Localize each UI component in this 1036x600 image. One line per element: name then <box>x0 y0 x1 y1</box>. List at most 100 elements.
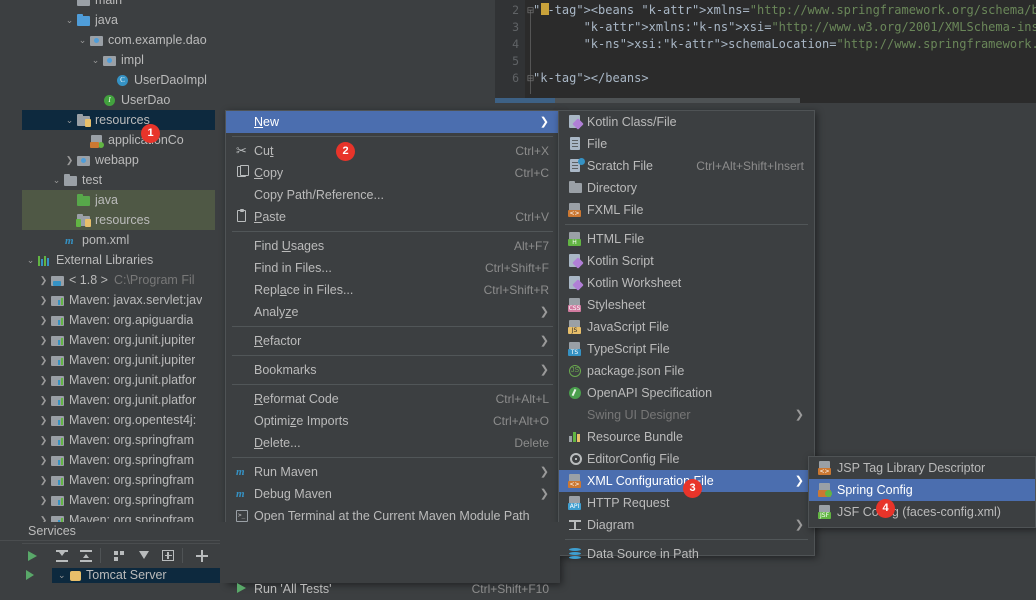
chevron-down-icon[interactable]: ⌄ <box>58 568 66 583</box>
menu-item-jsf-config-faces-config-xml[interactable]: JSF JSF Config (faces-config.xml) <box>809 501 1035 523</box>
chevron-right-icon[interactable]: ❯ <box>37 510 50 522</box>
menu-item-find-usages[interactable]: Find Usages Alt+F7 <box>226 235 559 257</box>
tree-row[interactable]: ❯ Maven: org.junit.jupiter <box>22 350 215 370</box>
tree-row[interactable]: ❯ Maven: org.springfram <box>22 470 215 490</box>
menu-item-kotlin-script[interactable]: Kotlin Script <box>559 250 814 272</box>
chevron-right-icon[interactable]: ❯ <box>37 290 50 310</box>
services-toolbar[interactable] <box>22 543 220 568</box>
menu-item-scratch-file[interactable]: Scratch File Ctrl+Alt+Shift+Insert <box>559 155 814 177</box>
chevron-right-icon[interactable]: ❯ <box>37 370 50 390</box>
menu-item-delete[interactable]: Delete... Delete <box>226 432 559 454</box>
tree-row[interactable]: ⌄ impl <box>22 50 215 70</box>
menu-item-analyze[interactable]: Analyze ❯ <box>226 301 559 323</box>
tree-row[interactable]: ❯ Maven: javax.servlet:jav <box>22 290 215 310</box>
menu-item-copy[interactable]: Copy Ctrl+C <box>226 162 559 184</box>
context-menu[interactable]: New ❯ ✂ Cut Ctrl+X Copy Ctrl+C Copy Path/Refere… <box>225 110 560 596</box>
chevron-right-icon[interactable]: ❯ <box>37 390 50 410</box>
menu-item-html-file[interactable]: H HTML File <box>559 228 814 250</box>
tree-row[interactable]: ❯ Maven: org.junit.jupiter <box>22 330 215 350</box>
tree-row[interactable]: ❯ < 1.8 > C:\Program Fil <box>22 270 215 290</box>
menu-item-refactor[interactable]: Refactor ❯ <box>226 330 559 352</box>
code-editor[interactable]: 23456 ⊟ ⊟ "k-tag"><beans "k-attr">xmlns="h… <box>495 0 1036 103</box>
chevron-down-icon[interactable]: ⌄ <box>63 10 76 30</box>
add-tab-icon[interactable] <box>160 548 176 564</box>
tree-row[interactable]: ⌄ java <box>22 10 215 30</box>
tree-row[interactable]: ⌄ test <box>22 170 215 190</box>
menu-item-kotlin-class-file[interactable]: Kotlin Class/File <box>559 111 814 133</box>
tree-row[interactable]: ❯ Maven: org.springfram <box>22 490 215 510</box>
menu-item-copy-path-reference[interactable]: Copy Path/Reference... <box>226 184 559 206</box>
menu-item-find-in-files[interactable]: Find in Files... Ctrl+Shift+F <box>226 257 559 279</box>
tree-row[interactable]: java <box>22 190 215 210</box>
menu-item-stylesheet[interactable]: CSS Stylesheet <box>559 294 814 316</box>
collapse-all-icon[interactable] <box>78 548 94 564</box>
menu-item-fxml-file[interactable]: <> FXML File <box>559 199 814 221</box>
tree-row[interactable]: C UserDaoImpl <box>22 70 215 90</box>
menu-item-optimize-imports[interactable]: Optimize Imports Ctrl+Alt+O <box>226 410 559 432</box>
tree-row[interactable]: ❯ Maven: org.springfram <box>22 430 215 450</box>
tree-row[interactable]: ❯ Maven: org.junit.platfor <box>22 370 215 390</box>
tree-row[interactable]: ⌄ com.example.dao <box>22 30 215 50</box>
chevron-right-icon[interactable]: ❯ <box>37 490 50 510</box>
menu-item-openapi-specification[interactable]: OpenAPI Specification <box>559 382 814 404</box>
menu-item-package-json-file[interactable]: JS package.json File <box>559 360 814 382</box>
menu-item-spring-config[interactable]: Spring Config <box>809 479 1035 501</box>
chevron-down-icon[interactable]: ⌄ <box>76 30 89 50</box>
chevron-down-icon[interactable]: ⌄ <box>89 50 102 70</box>
menu-item-jsp-tag-library-descriptor[interactable]: <> JSP Tag Library Descriptor <box>809 457 1035 479</box>
scrollbar-thumb[interactable] <box>495 98 555 103</box>
add-service-icon[interactable] <box>194 548 210 564</box>
menu-item-paste[interactable]: Paste Ctrl+V <box>226 206 559 228</box>
chevron-right-icon[interactable]: ❯ <box>37 450 50 470</box>
class-icon: C <box>115 73 130 88</box>
tree-row[interactable]: ❯ webapp <box>22 150 215 170</box>
filter-icon[interactable] <box>136 548 152 564</box>
editor-horizontal-scrollbar[interactable] <box>495 98 800 103</box>
tree-row[interactable]: ⌄ resources <box>22 110 215 130</box>
chevron-right-icon[interactable]: ❯ <box>63 150 76 170</box>
tree-row[interactable]: ❯ Maven: org.springfram <box>22 450 215 470</box>
tree-row[interactable]: ❯ Maven: org.springfram <box>22 510 215 522</box>
tree-row[interactable]: m pom.xml <box>22 230 215 250</box>
menu-item-cut[interactable]: ✂ Cut Ctrl+X <box>226 140 559 162</box>
chevron-right-icon[interactable]: ❯ <box>37 470 50 490</box>
group-by-icon[interactable] <box>112 548 128 564</box>
menu-item-diagram[interactable]: Diagram ❯ <box>559 514 814 536</box>
menu-item-typescript-file[interactable]: TS TypeScript File <box>559 338 814 360</box>
tree-row[interactable]: ❯ Maven: org.opentest4j: <box>22 410 215 430</box>
tree-row[interactable]: applicationCo <box>22 130 215 150</box>
project-tree-panel[interactable]: main ⌄ java ⌄ com.example.dao ⌄ impl C UserDaoIm… <box>22 0 215 522</box>
run-indicator-icon[interactable] <box>26 570 34 580</box>
menu-item-javascript-file[interactable]: JS JavaScript File <box>559 316 814 338</box>
chevron-right-icon[interactable]: ❯ <box>37 270 50 290</box>
chevron-down-icon[interactable]: ⌄ <box>24 250 37 270</box>
chevron-right-icon[interactable]: ❯ <box>37 350 50 370</box>
chevron-right-icon[interactable]: ❯ <box>37 410 50 430</box>
chevron-down-icon[interactable]: ⌄ <box>50 170 63 190</box>
menu-item-replace-in-files[interactable]: Replace in Files... Ctrl+Shift+R <box>226 279 559 301</box>
menu-item-data-source-in-path[interactable]: Data Source in Path <box>559 543 814 565</box>
menu-item-bookmarks[interactable]: Bookmarks ❯ <box>226 359 559 381</box>
menu-item-kotlin-worksheet[interactable]: Kotlin Worksheet <box>559 272 814 294</box>
menu-item-debug-maven[interactable]: m Debug Maven ❯ <box>226 483 559 505</box>
chevron-right-icon[interactable]: ❯ <box>37 430 50 450</box>
menu-item-file[interactable]: File <box>559 133 814 155</box>
chevron-down-icon[interactable]: ⌄ <box>63 110 76 130</box>
tree-row[interactable]: ❯ Maven: org.apiguardia <box>22 310 215 330</box>
menu-item-directory[interactable]: Directory <box>559 177 814 199</box>
xml-configuration-submenu[interactable]: <> JSP Tag Library Descriptor Spring Confi… <box>808 456 1036 528</box>
run-icon[interactable] <box>26 548 42 564</box>
tree-row[interactable]: resources <box>22 210 215 230</box>
menu-item-resource-bundle[interactable]: Resource Bundle <box>559 426 814 448</box>
menu-item-run-maven[interactable]: m Run Maven ❯ <box>226 461 559 483</box>
menu-item-new[interactable]: New ❯ <box>226 111 559 133</box>
tree-row[interactable]: ⌄ External Libraries <box>22 250 215 270</box>
expand-all-icon[interactable] <box>54 548 70 564</box>
menu-item-editorconfig-file[interactable]: EditorConfig File <box>559 448 814 470</box>
menu-item-reformat-code[interactable]: Reformat Code Ctrl+Alt+L <box>226 388 559 410</box>
tree-row[interactable]: I UserDao <box>22 90 215 110</box>
tree-row[interactable]: main <box>22 0 215 10</box>
chevron-right-icon[interactable]: ❯ <box>37 330 50 350</box>
chevron-right-icon[interactable]: ❯ <box>37 310 50 330</box>
tree-row[interactable]: ❯ Maven: org.junit.platfor <box>22 390 215 410</box>
